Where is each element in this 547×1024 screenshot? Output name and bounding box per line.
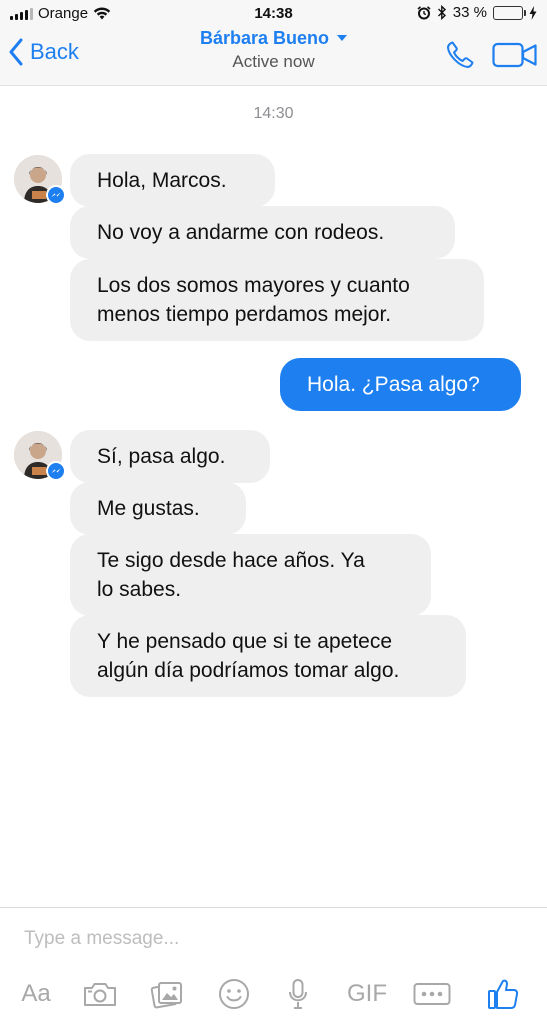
message-bubble-incoming[interactable]: Y he pensado que si te apetece algún día… xyxy=(70,615,466,697)
gif-button[interactable]: GIF xyxy=(342,974,392,1014)
status-bar: Orange 14:38 33 % xyxy=(0,0,547,28)
message-text: Te sigo desde hace años. Ya xyxy=(97,549,365,572)
message-text: Hola. ¿Pasa algo? xyxy=(307,373,480,396)
phone-call-icon[interactable] xyxy=(445,40,475,70)
back-label: Back xyxy=(30,39,79,64)
camera-icon xyxy=(84,983,116,1006)
message-text: algún día podríamos tomar algo. xyxy=(97,659,400,682)
bluetooth-icon xyxy=(437,5,446,20)
avatar[interactable] xyxy=(14,155,66,205)
back-button[interactable]: Back xyxy=(8,38,79,66)
alarm-icon xyxy=(417,5,431,19)
more-icon xyxy=(413,983,451,1005)
message-text: Sí, pasa algo. xyxy=(97,445,226,468)
text-format-label: Aa xyxy=(21,980,51,1007)
message-bubble-outgoing[interactable]: Hola. ¿Pasa algo? xyxy=(280,358,521,411)
camera-button[interactable] xyxy=(80,974,120,1014)
emoji-icon xyxy=(219,979,249,1009)
message-text: menos tiempo perdamos mejor. xyxy=(97,303,392,326)
battery-percent: 33 % xyxy=(452,4,487,21)
text-format-button[interactable]: Aa xyxy=(16,974,56,1014)
message-text: Los dos somos mayores y cuanto xyxy=(97,274,410,297)
message-bubble-incoming[interactable]: Hola, Marcos. xyxy=(70,154,275,207)
message-bubble-incoming[interactable]: No voy a andarme con rodeos. xyxy=(70,206,455,259)
message-bubble-incoming[interactable]: Me gustas. xyxy=(70,482,246,535)
header: Orange 14:38 33 % Back Bárbara Bueno Act… xyxy=(0,0,547,86)
gallery-icon xyxy=(150,982,182,1009)
message-text: No voy a andarme con rodeos. xyxy=(97,221,385,244)
message-text: Me gustas. xyxy=(97,497,200,520)
message-bubble-incoming[interactable]: Los dos somos mayores y cuanto menos tie… xyxy=(70,259,484,341)
like-icon xyxy=(488,979,519,1009)
conversation-title[interactable]: Bárbara Bueno Active now xyxy=(150,28,397,72)
charging-icon xyxy=(529,5,537,20)
status-right: 33 % xyxy=(417,4,537,21)
message-bubble-incoming[interactable]: Sí, pasa algo. xyxy=(70,430,270,483)
battery-icon xyxy=(493,5,526,20)
nav-bar: Back Bárbara Bueno Active now xyxy=(0,28,547,84)
message-timestamp: 14:30 xyxy=(253,105,294,122)
chevron-left-icon xyxy=(9,38,23,66)
message-input[interactable] xyxy=(24,925,524,953)
contact-name: Bárbara Bueno xyxy=(199,28,330,48)
message-text: Hola, Marcos. xyxy=(97,169,227,192)
emoji-button[interactable] xyxy=(214,974,254,1014)
active-status: Active now xyxy=(232,52,315,71)
composer-divider xyxy=(0,907,547,908)
gif-label: GIF xyxy=(347,980,387,1007)
avatar[interactable] xyxy=(14,431,66,481)
composer-toolbar: Aa GIF xyxy=(0,970,547,1020)
messenger-badge-icon xyxy=(46,185,66,205)
message-text: lo sabes. xyxy=(97,578,182,601)
gallery-button[interactable] xyxy=(147,974,187,1014)
message-text: Y he pensado que si te apetece xyxy=(97,630,393,653)
caret-down-icon xyxy=(337,35,348,41)
more-options-button[interactable] xyxy=(411,974,453,1014)
like-button[interactable] xyxy=(483,974,523,1014)
video-call-icon[interactable] xyxy=(492,42,538,68)
voice-button[interactable] xyxy=(281,974,315,1014)
messenger-badge-icon xyxy=(46,461,66,481)
message-bubble-incoming[interactable]: Te sigo desde hace años. Ya lo sabes. xyxy=(70,534,431,616)
microphone-icon xyxy=(289,979,307,1009)
